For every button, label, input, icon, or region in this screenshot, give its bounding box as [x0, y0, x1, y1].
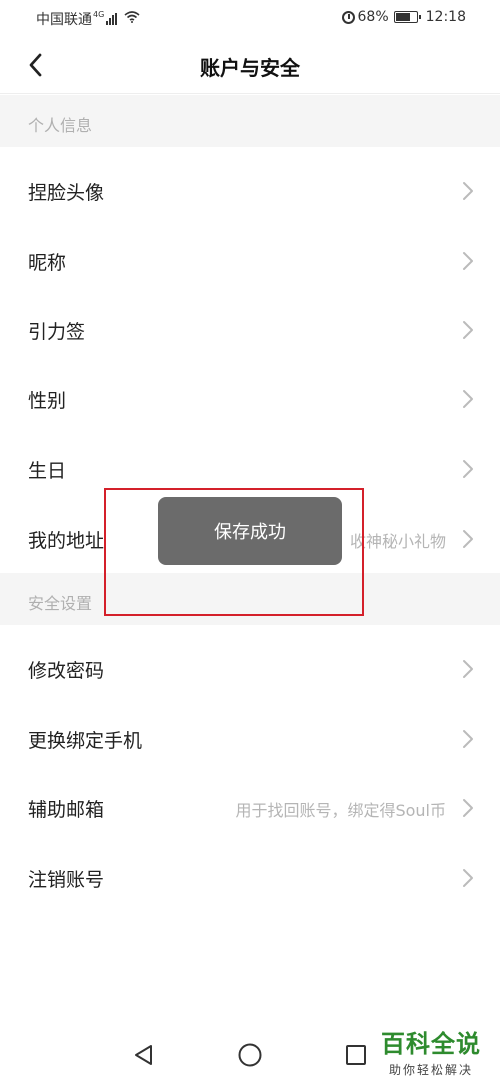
- clock: 12:18: [425, 9, 466, 25]
- battery-icon: [393, 11, 421, 23]
- chevron-right-icon: [463, 460, 473, 478]
- row-gender[interactable]: 性别: [0, 364, 500, 433]
- highlight-box: [104, 488, 364, 616]
- row-signature[interactable]: 引力签: [0, 295, 500, 364]
- section-header-personal-info: 个人信息: [0, 95, 500, 147]
- chevron-right-icon: [463, 390, 473, 408]
- network-type: 4G: [93, 9, 105, 19]
- row-label: 性别: [28, 390, 67, 412]
- row-label: 生日: [28, 460, 67, 482]
- chevron-right-icon: [463, 530, 473, 548]
- wifi-icon: [124, 11, 140, 27]
- section-title: 个人信息: [28, 116, 93, 135]
- chevron-right-icon: [463, 869, 473, 887]
- row-label: 捏脸头像: [28, 182, 105, 204]
- row-change-phone[interactable]: 更换绑定手机: [0, 704, 500, 773]
- nav-home-button[interactable]: [235, 1040, 265, 1070]
- triangle-back-icon: [135, 1045, 152, 1065]
- row-label: 更换绑定手机: [28, 730, 143, 752]
- row-label: 引力签: [28, 321, 86, 343]
- chevron-right-icon: [463, 730, 473, 748]
- row-label: 我的地址: [28, 530, 105, 552]
- chevron-right-icon: [463, 321, 473, 339]
- watermark-subtitle: 助你轻松解决: [388, 1063, 473, 1077]
- row-face-avatar[interactable]: 捏脸头像: [0, 156, 500, 225]
- row-backup-email[interactable]: 辅助邮箱 用于找回账号，绑定得Soul币: [0, 773, 500, 842]
- circle-home-icon: [238, 1043, 262, 1067]
- nav-back-button[interactable]: [128, 1040, 158, 1070]
- square-recent-icon: [346, 1045, 366, 1065]
- chevron-right-icon: [463, 660, 473, 678]
- row-delete-account[interactable]: 注销账号: [0, 843, 500, 912]
- page-title: 账户与安全: [200, 56, 300, 80]
- chevron-right-icon: [463, 252, 473, 270]
- row-label: 昵称: [28, 252, 67, 274]
- watermark-title: 百科全说: [381, 1030, 481, 1058]
- chevron-right-icon: [463, 182, 473, 200]
- row-label: 修改密码: [28, 660, 105, 682]
- row-value: 用于找回账号，绑定得Soul币: [235, 801, 446, 820]
- battery-percent: 68%: [357, 9, 389, 25]
- row-label: 注销账号: [28, 869, 105, 891]
- nav-recent-button[interactable]: [341, 1040, 371, 1070]
- signal-icon: [106, 13, 118, 25]
- chevron-right-icon: [463, 799, 473, 817]
- status-left: 中国联通 4G: [36, 9, 140, 29]
- status-bar: 中国联通 4G 68% 12:18: [0, 0, 500, 36]
- watermark-logo: 百科全说 助你轻松解决: [378, 1024, 484, 1078]
- status-right: 68% 12:18: [341, 9, 466, 25]
- row-change-password[interactable]: 修改密码: [0, 634, 500, 703]
- carrier-name: 中国联通: [36, 12, 92, 28]
- nav-bar: 账户与安全: [0, 36, 500, 94]
- row-label: 辅助邮箱: [28, 799, 105, 821]
- section-title: 安全设置: [28, 594, 93, 613]
- row-nickname[interactable]: 昵称: [0, 226, 500, 295]
- alarm-icon: [341, 10, 355, 24]
